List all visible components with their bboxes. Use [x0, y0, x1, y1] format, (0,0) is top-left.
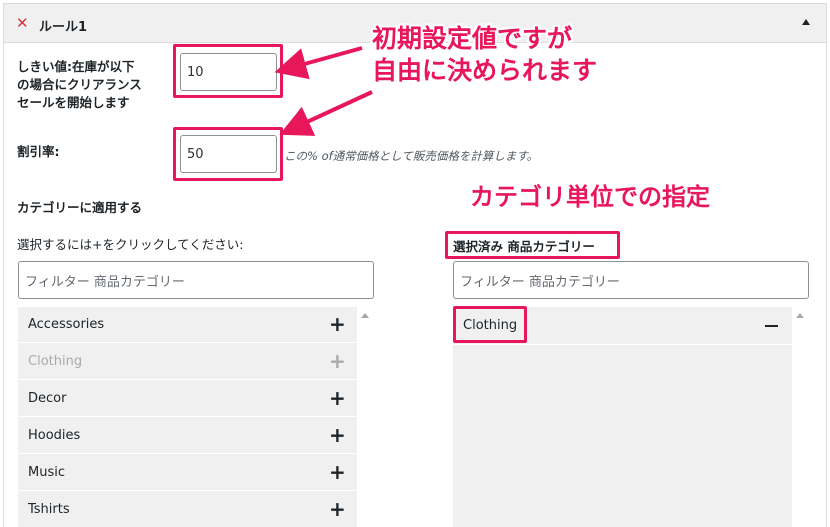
annotation-callout: 初期設定値ですが 自由に決められます	[372, 23, 597, 87]
arrow-to-discount	[279, 90, 373, 136]
annotation-callout-line1: 初期設定値ですが	[372, 24, 573, 53]
annotation-callout-line2: 自由に決められます	[372, 56, 598, 85]
arrow-to-threshold	[274, 46, 363, 80]
annotation-category-note: カテゴリ単位での指定	[470, 183, 710, 211]
